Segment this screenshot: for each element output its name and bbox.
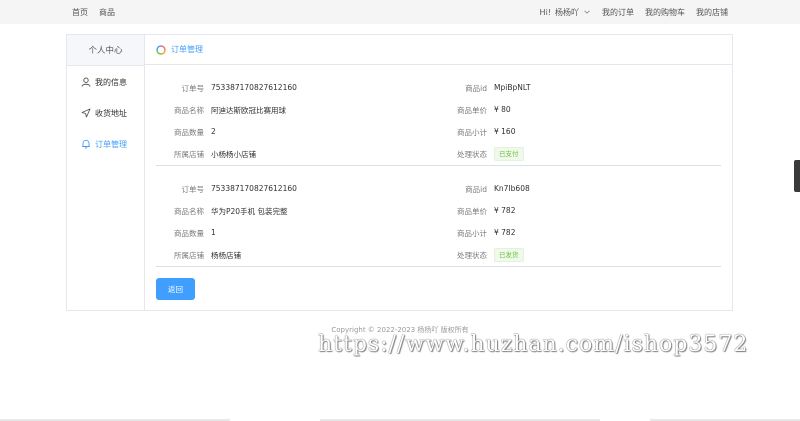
sidebar: 个人中心 我的信息 收货地址 订单管理 [67, 35, 145, 310]
status-badge: 已支付 [494, 147, 524, 161]
bell-icon [82, 139, 90, 149]
order-no-label: 订单号 [181, 84, 205, 93]
order-row: 订单号 753387170827612160 商品id Kn7Ib608 [156, 181, 721, 197]
subtotal-label: 商品小计 [457, 229, 487, 238]
loading-spinner-icon [156, 44, 166, 55]
product-id-label: 商品id [465, 185, 487, 194]
subtotal-label: 商品小计 [457, 128, 487, 137]
username: 杨杨吖 [555, 7, 579, 17]
order-row: 所属店铺 小杨杨小店铺 处理状态 已支付 [156, 146, 721, 162]
order-no-value: 753387170827612160 [211, 83, 297, 92]
topnav-right: Hi! 杨杨吖 我的订单 我的购物车 我的店铺 [540, 0, 728, 24]
divider [156, 165, 721, 166]
divider [156, 266, 721, 267]
sidebar-item-label: 订单管理 [95, 139, 127, 149]
sidebar-item-orders[interactable]: 订单管理 [67, 135, 145, 153]
product-name-value: 华为P20手机 包装完整 [211, 207, 288, 216]
quantity-value: 2 [211, 127, 216, 136]
order-row: 所属店铺 杨杨店铺 处理状态 已发货 [156, 247, 721, 263]
sidebar-title: 个人中心 [67, 35, 144, 66]
my-orders-link[interactable]: 我的订单 [602, 7, 634, 18]
product-name-label: 商品名称 [174, 207, 204, 216]
sidebar-item-label: 收货地址 [95, 108, 127, 118]
user-center-panel: 个人中心 我的信息 收货地址 订单管理 订单管理 订单号 75338717082… [66, 34, 733, 311]
store-value: 小杨杨小店铺 [211, 150, 256, 159]
order-management-section: 订单管理 订单号 753387170827612160 商品id MpiBpNL… [145, 35, 732, 310]
unit-price-value: ¥ 80 [494, 105, 511, 114]
greeting-text: Hi! [539, 7, 551, 17]
order-row: 商品数量 1 商品小计 ¥ 782 [156, 225, 721, 241]
store-value: 杨杨店铺 [211, 251, 241, 260]
back-button[interactable]: 返回 [156, 278, 195, 300]
quantity-label: 商品数量 [174, 128, 204, 137]
subtotal-value: ¥ 160 [494, 127, 516, 136]
product-id-label: 商品id [465, 84, 487, 93]
nav-home-link[interactable]: 首页 [72, 7, 88, 18]
user-dropdown[interactable]: Hi! 杨杨吖 [540, 7, 591, 18]
my-store-link[interactable]: 我的店铺 [696, 7, 728, 18]
order-no-label: 订单号 [181, 185, 205, 194]
order-row: 订单号 753387170827612160 商品id MpiBpNLT [156, 80, 721, 96]
store-label: 所属店铺 [174, 251, 204, 260]
product-id-value: Kn7Ib608 [494, 184, 530, 193]
watermark-text: https://www.huzhan.com/ishop3572 [318, 332, 749, 357]
location-arrow-icon [81, 108, 91, 118]
sidebar-item-address[interactable]: 收货地址 [67, 104, 145, 122]
chevron-down-icon [584, 10, 590, 14]
unit-price-value: ¥ 782 [494, 206, 516, 215]
quantity-label: 商品数量 [174, 229, 204, 238]
status-label: 处理状态 [457, 251, 487, 260]
sidebar-item-label: 我的信息 [95, 77, 127, 87]
order-no-value: 753387170827612160 [211, 184, 297, 193]
unit-price-label: 商品单价 [457, 106, 487, 115]
product-name-label: 商品名称 [174, 106, 204, 115]
unit-price-label: 商品单价 [457, 207, 487, 216]
status-badge: 已发货 [494, 248, 524, 262]
quantity-value: 1 [211, 228, 216, 237]
order-row: 商品名称 阿迪达斯欧冠比赛用球 商品单价 ¥ 80 [156, 102, 721, 118]
product-name-value: 阿迪达斯欧冠比赛用球 [211, 106, 286, 115]
product-id-value: MpiBpNLT [494, 83, 531, 92]
order-row: 商品数量 2 商品小计 ¥ 160 [156, 124, 721, 140]
order-row: 商品名称 华为P20手机 包装完整 商品单价 ¥ 782 [156, 203, 721, 219]
section-title: 订单管理 [171, 45, 203, 54]
section-header: 订单管理 [145, 35, 732, 65]
sidebar-item-my-info[interactable]: 我的信息 [67, 73, 145, 91]
store-label: 所属店铺 [174, 150, 204, 159]
subtotal-value: ¥ 782 [494, 228, 516, 237]
nav-products-link[interactable]: 商品 [99, 7, 115, 18]
user-icon [81, 77, 91, 87]
my-cart-link[interactable]: 我的购物车 [645, 7, 685, 18]
status-label: 处理状态 [457, 150, 487, 159]
side-float-tab[interactable] [794, 160, 800, 192]
top-navbar: 首页 商品 Hi! 杨杨吖 我的订单 我的购物车 我的店铺 [0, 0, 800, 24]
topnav-left: 首页 商品 [72, 0, 115, 24]
